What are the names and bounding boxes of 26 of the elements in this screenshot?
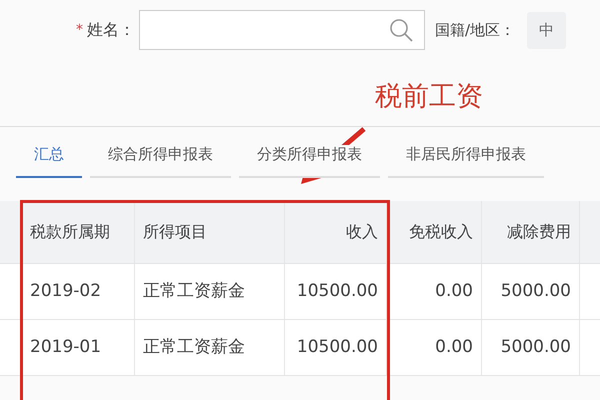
tab[interactable]: 汇总 xyxy=(16,145,82,178)
table-cell: 5000.00 xyxy=(482,320,580,375)
table-cell: 正常工资薪金 xyxy=(135,320,285,375)
table-cell: 2019-02 xyxy=(0,264,135,319)
table-cell: 0.00 xyxy=(387,320,482,375)
table-cell: 0.00 xyxy=(387,264,482,319)
tab[interactable]: 非居民所得申报表 xyxy=(388,145,544,178)
tab[interactable]: 综合所得申报表 xyxy=(90,145,231,178)
column-header: 所得项目 xyxy=(135,201,285,263)
column-header: 收入 xyxy=(285,201,387,263)
tab[interactable]: 分类所得申报表 xyxy=(239,145,380,178)
required-mark: * xyxy=(76,22,83,38)
name-field[interactable] xyxy=(139,10,425,50)
table-cell: 5000.00 xyxy=(482,264,580,319)
table-cell: 10500.00 xyxy=(285,320,387,375)
table-cell: 正常工资薪金 xyxy=(135,264,285,319)
annotation-text: 税前工资 xyxy=(375,80,483,114)
column-header: 减除费用 xyxy=(482,201,580,263)
country-label: 国籍/地区： xyxy=(435,20,516,40)
country-select[interactable]: 中 xyxy=(527,12,566,48)
column-header: 免税收入 xyxy=(387,201,482,263)
column-header: 税款所属期 xyxy=(0,201,135,263)
table-cell: 10500.00 xyxy=(285,264,387,319)
name-label: 姓名： xyxy=(87,20,135,40)
table-cell: 2019-01 xyxy=(0,320,135,375)
search-icon[interactable] xyxy=(388,17,414,43)
